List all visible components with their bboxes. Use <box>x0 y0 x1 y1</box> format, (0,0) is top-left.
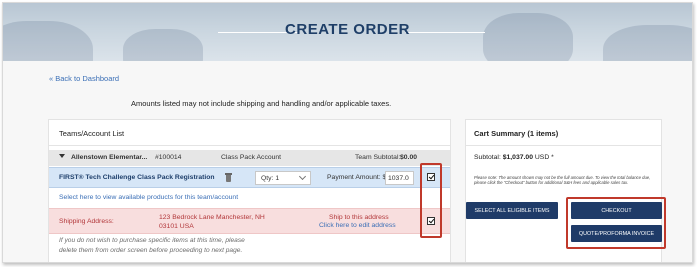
cart-summary-panel: Cart Summary (1 items) Subtotal: $1,037.… <box>465 119 666 262</box>
select-all-eligible-button[interactable]: SELECT ALL ELIGIBLE ITEMS <box>466 202 558 219</box>
back-to-dashboard-link[interactable]: « Back to Dashboard <box>49 74 119 83</box>
view-products-link[interactable]: Select here to view available products f… <box>59 194 238 201</box>
collapse-triangle-icon[interactable] <box>59 154 65 158</box>
payment-amount-input[interactable]: 1037.0 <box>385 171 414 185</box>
buttons-highlight-box <box>566 197 666 249</box>
cart-summary-title: Cart Summary (1 items) <box>466 120 661 146</box>
account-team-number: #100014 <box>155 154 182 161</box>
checkbox-highlight-box <box>420 163 442 238</box>
cart-subtotal: Subtotal: $1,037.00 USD * <box>474 154 554 161</box>
shipping-address-line1: 123 Bedrock Lane Manchester, NH <box>159 214 265 221</box>
cart-subtotal-value: $1,037.00 <box>502 154 533 161</box>
main-content: « Back to Dashboard Amounts listed may n… <box>3 61 692 262</box>
trash-icon[interactable] <box>225 173 232 182</box>
shipping-address: 123 Bedrock Lane Manchester, NH 03101 USA <box>159 213 265 231</box>
header-banner: CREATE ORDER <box>3 3 692 61</box>
teams-account-panel: Teams/Account List Allenstown Elementar.… <box>48 119 451 262</box>
cart-fine-print: Please note: The amount shown may not be… <box>474 175 651 186</box>
shipping-address-line2: 03101 USA <box>159 223 194 230</box>
page-frame: CREATE ORDER « Back to Dashboard Amounts… <box>2 2 693 263</box>
quantity-select[interactable]: Qty: 1 <box>255 171 311 185</box>
teams-panel-title: Teams/Account List <box>49 120 450 146</box>
pricing-disclaimer: Amounts listed may not include shipping … <box>131 99 392 108</box>
account-type: Class Pack Account <box>221 154 282 161</box>
shipping-address-row: Shipping Address: 123 Bedrock Lane Manch… <box>49 208 450 234</box>
team-subtotal-label: Team Subtotal: <box>355 154 401 161</box>
account-team-name-cell: Allenstown Elementar... <box>59 154 147 161</box>
account-team-name: Allenstown Elementar... <box>71 154 148 161</box>
payment-amount-label: Payment Amount: $ <box>327 174 387 181</box>
class-pack-row: FIRST® Tech Challenge Class Pack Registr… <box>49 167 450 188</box>
page-title: CREATE ORDER <box>285 21 410 38</box>
account-row[interactable]: Allenstown Elementar... #100014 Class Pa… <box>49 150 450 166</box>
product-name: FIRST® Tech Challenge Class Pack Registr… <box>59 174 215 181</box>
cart-subtotal-currency: USD * <box>534 154 554 161</box>
team-subtotal-value: $0.00 <box>400 154 418 161</box>
shipping-address-label: Shipping Address: <box>59 218 114 225</box>
cart-subtotal-label: Subtotal: <box>474 154 501 161</box>
chevron-down-icon <box>298 172 307 181</box>
ship-to-address-label: Ship to this address <box>329 214 389 221</box>
removal-note: If you do not wish to purchase specific … <box>59 237 245 254</box>
quantity-value: Qty: 1 <box>261 175 280 182</box>
edit-address-link[interactable]: Click here to edit address <box>319 222 396 229</box>
